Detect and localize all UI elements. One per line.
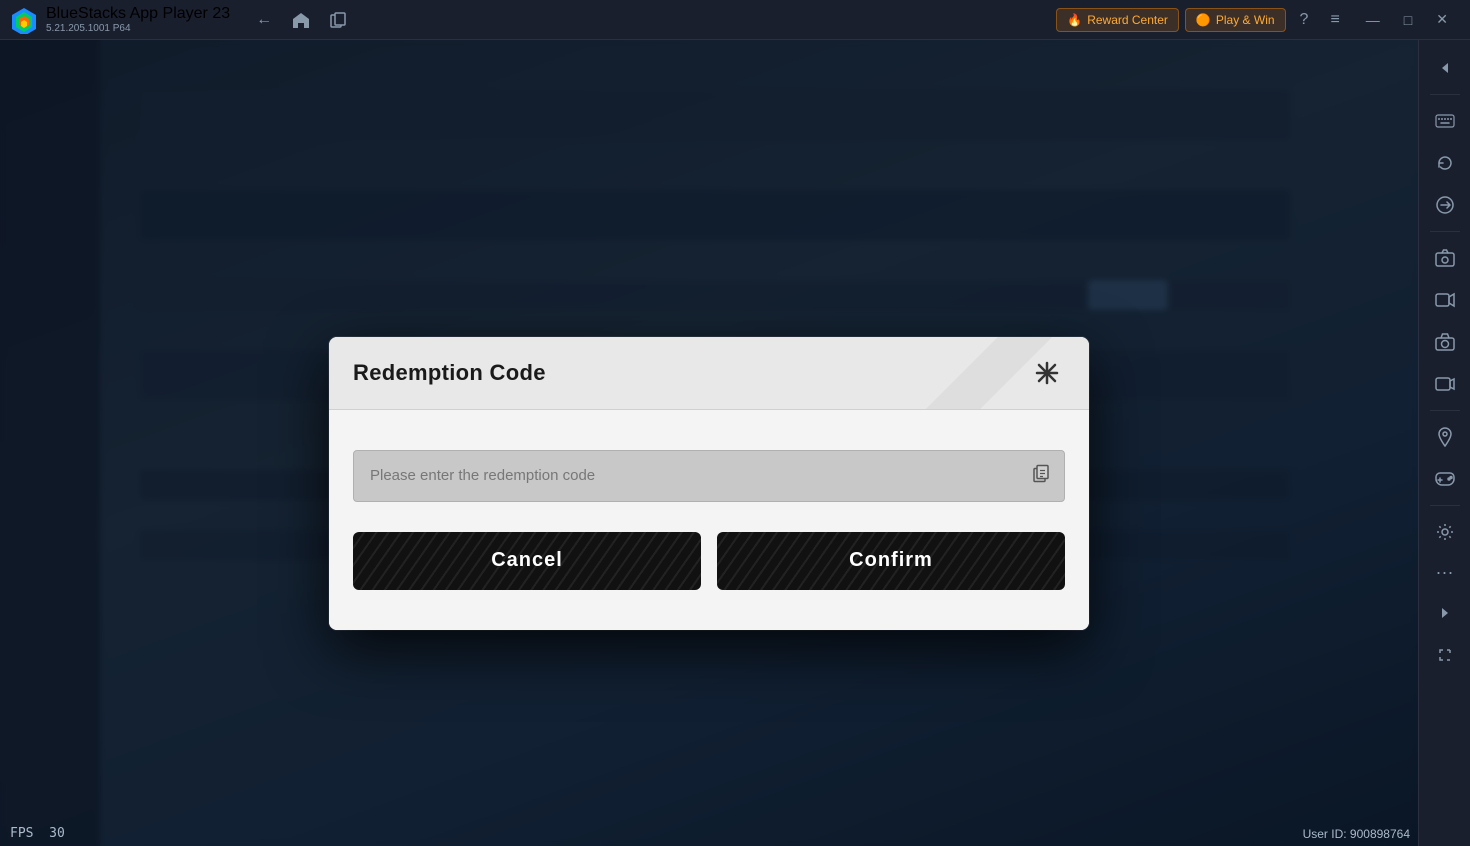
dialog-title: Redemption Code — [353, 360, 546, 386]
screenshot-button[interactable] — [1425, 238, 1465, 278]
redemption-code-input[interactable] — [353, 450, 1065, 502]
bluestacks-logo-icon — [10, 6, 38, 34]
app-name: BlueStacks App Player 23 — [46, 5, 230, 23]
sidebar-divider-3 — [1430, 410, 1460, 411]
window-controls: — □ ✕ — [1354, 0, 1460, 40]
more-options[interactable]: ··· — [1436, 554, 1454, 591]
sidebar-divider-4 — [1430, 505, 1460, 506]
video-button[interactable] — [1425, 364, 1465, 404]
home-button[interactable] — [286, 7, 316, 33]
sidebar-divider-2 — [1430, 231, 1460, 232]
location-button[interactable] — [1425, 417, 1465, 457]
confirm-button[interactable]: Confirm — [717, 532, 1065, 590]
user-id: User ID: 900898764 — [1303, 827, 1410, 841]
settings-button[interactable] — [1425, 512, 1465, 552]
camera-button[interactable] — [1425, 322, 1465, 362]
keyboard-button[interactable] — [1425, 101, 1465, 141]
dialog-header: Redemption Code — [329, 337, 1089, 410]
dialog-body: Cancel Confirm — [329, 410, 1089, 630]
record-button[interactable] — [1425, 280, 1465, 320]
dialog-footer: Cancel Confirm — [353, 532, 1065, 600]
gamepad-button[interactable] — [1425, 459, 1465, 499]
reward-center-button[interactable]: 🔥 Reward Center — [1056, 8, 1179, 32]
modal-overlay: Redemption Code — [0, 80, 1418, 846]
main-content: Redemption Code — [0, 40, 1418, 846]
multi-instance-button[interactable] — [324, 7, 354, 33]
maximize-button[interactable]: □ — [1392, 0, 1424, 40]
nav-buttons: ← — [240, 7, 364, 33]
back-button[interactable]: ← — [250, 7, 278, 33]
app-info: BlueStacks App Player 23 5.21.205.1001 P… — [46, 5, 230, 34]
titlebar: BlueStacks App Player 23 5.21.205.1001 P… — [0, 0, 1470, 40]
close-asterisk-icon — [1035, 361, 1059, 385]
flame-icon: 🔥 — [1067, 13, 1082, 27]
app-logo-section: BlueStacks App Player 23 5.21.205.1001 P… — [0, 5, 240, 34]
coin-icon: 🟠 — [1196, 13, 1211, 27]
dialog-close-button[interactable] — [1029, 355, 1065, 391]
play-win-button[interactable]: 🟠 Play & Win — [1185, 8, 1286, 32]
rotate-button[interactable] — [1425, 143, 1465, 183]
help-button[interactable]: ? — [1292, 7, 1317, 33]
sync-button[interactable] — [1425, 185, 1465, 225]
titlebar-right: 🔥 Reward Center 🟠 Play & Win ? ≡ — □ ✕ — [1056, 0, 1470, 40]
redemption-code-dialog: Redemption Code — [329, 337, 1089, 630]
minimize-button[interactable]: — — [1354, 0, 1392, 40]
app-version: 5.21.205.1001 P64 — [46, 23, 230, 34]
sidebar-divider-1 — [1430, 94, 1460, 95]
menu-button[interactable]: ≡ — [1322, 7, 1347, 33]
collapse-sidebar-button[interactable] — [1425, 48, 1465, 88]
input-wrapper — [353, 450, 1065, 502]
expand-button[interactable] — [1425, 635, 1465, 675]
cancel-button[interactable]: Cancel — [353, 532, 701, 590]
fps-counter: FPS 30 — [10, 826, 65, 841]
paste-icon[interactable] — [1031, 463, 1051, 488]
collapse-left-button[interactable] — [1425, 593, 1465, 633]
close-button[interactable]: ✕ — [1424, 0, 1460, 40]
right-sidebar: ··· — [1418, 40, 1470, 846]
